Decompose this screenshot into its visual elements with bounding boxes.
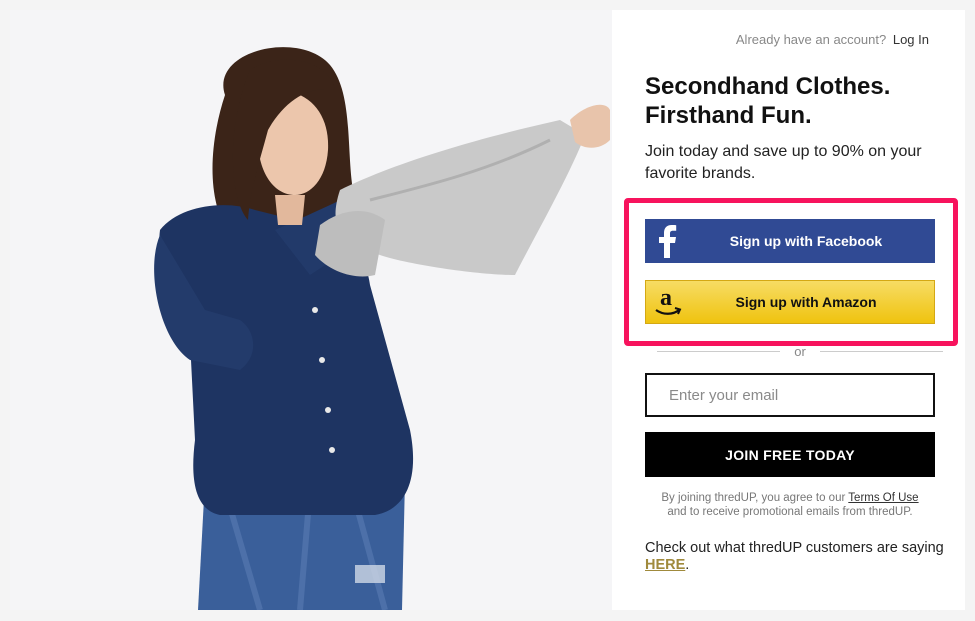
divider-line-left [657,351,781,352]
signup-modal: Already have an account? Log In Secondha… [10,10,965,610]
amazon-signup-button[interactable]: a Sign up with Amazon [645,280,935,324]
terms-notice: By joining thredUP, you agree to our Ter… [645,491,935,519]
signup-panel: Already have an account? Log In Secondha… [612,10,965,610]
divider-line-right [819,351,943,352]
facebook-signup-button[interactable]: Sign up with Facebook [645,219,935,263]
terms-of-use-link[interactable]: Terms Of Use [848,492,918,504]
login-link[interactable]: Log In [893,32,929,47]
email-input[interactable] [645,373,935,417]
facebook-f-icon [645,219,689,263]
hero-photo [10,10,612,610]
page-headline: Secondhand Clothes. Firsthand Fun. [645,72,945,130]
or-divider: or [657,344,943,359]
amazon-a-icon: a [646,280,690,324]
facebook-signup-label: Sign up with Facebook [729,233,883,249]
login-prompt: Already have an account? Log In [736,32,929,47]
terms-suffix: and to receive promotional emails from t… [667,506,913,518]
page-subline: Join today and save up to 90% on your fa… [645,143,922,182]
account-prompt-text: Already have an account? [735,32,887,47]
svg-text:a: a [660,285,672,311]
or-text: or [794,344,806,359]
testimonial-text: Check out what thredUP customers are say… [645,540,944,556]
headline-line-2: Firsthand Fun. [645,102,812,129]
amazon-signup-label: Sign up with Amazon [735,294,877,310]
testimonial-end: . [685,557,690,573]
join-free-button[interactable]: JOIN FREE TODAY [645,432,935,477]
woman-model-illustration [10,10,612,610]
headline-line-1: Secondhand Clothes. [645,73,891,100]
testimonial-here-link[interactable]: HERE [645,557,685,573]
terms-prefix: By joining thredUP, you agree to our [661,492,846,504]
testimonial-prompt: Check out what thredUP customers are say… [645,540,945,574]
